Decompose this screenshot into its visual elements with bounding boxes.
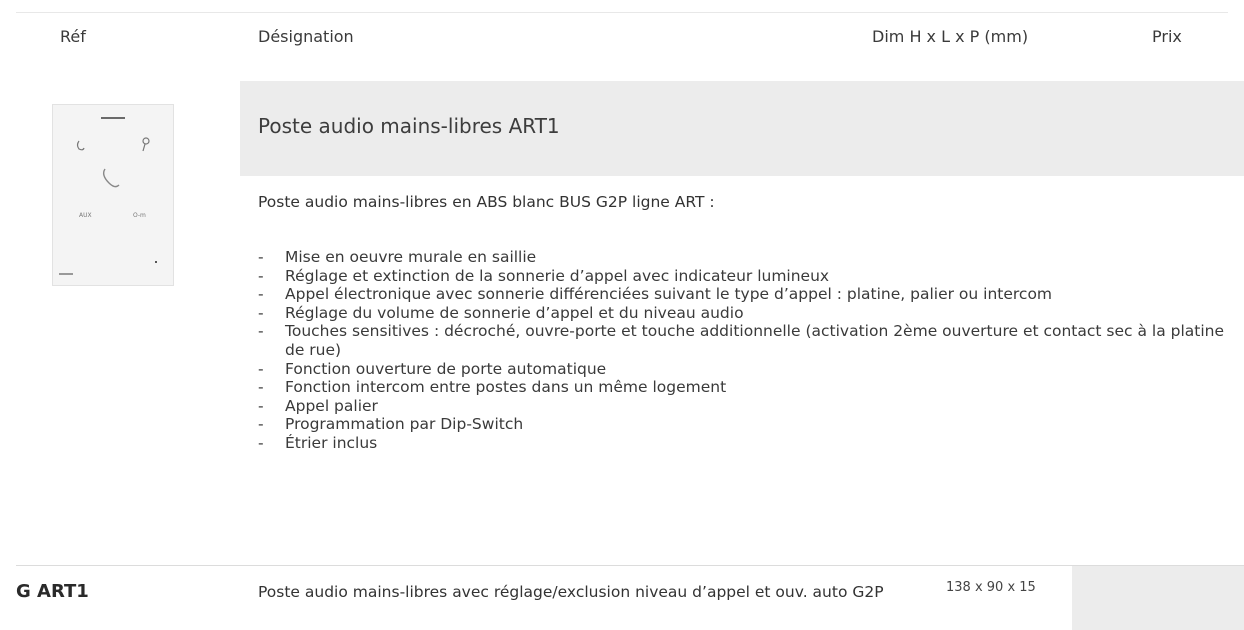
bullet-marker: - — [258, 378, 264, 397]
product-title: Poste audio mains-libres ART1 — [258, 114, 560, 138]
intercom-device-icon: AUX O-m — [53, 105, 173, 285]
product-intro: Poste audio mains-libres en ABS blanc BU… — [258, 193, 715, 211]
bullet-marker: - — [258, 396, 264, 415]
bullet-marker: - — [258, 359, 264, 378]
product-dimensions: 138 x 90 x 15 — [946, 580, 1036, 595]
feature-item: - Fonction ouverture de porte automatique — [242, 360, 1242, 379]
feature-item: - Appel électronique avec sonnerie différ… — [242, 285, 1242, 304]
feature-text: Appel électronique avec sonnerie différe… — [285, 285, 1053, 304]
feature-item: - Étrier inclus — [242, 434, 1242, 453]
feature-item: - Touches sensitives : décroché, ouvre-po… — [242, 322, 1242, 359]
feature-text: Programmation par Dip-Switch — [285, 415, 524, 434]
bullet-marker: - — [258, 415, 264, 434]
header-designation: Désignation — [258, 27, 354, 46]
product-title-bar: Poste audio mains-libres ART1 — [240, 81, 1244, 176]
product-image: AUX O-m — [52, 104, 174, 286]
feature-item: - Programmation par Dip-Switch — [242, 415, 1242, 434]
image-label-aux: AUX — [79, 212, 92, 219]
product-designation: Poste audio mains-libres avec réglage/ex… — [258, 583, 884, 601]
feature-item: - Fonction intercom entre postes dans un … — [242, 378, 1242, 397]
header-ref: Réf — [60, 27, 86, 46]
bullet-marker: - — [258, 285, 264, 304]
feature-text: Étrier inclus — [285, 433, 378, 452]
feature-text: Touches sensitives : décroché, ouvre-por… — [285, 322, 1225, 359]
image-label-door: O-m — [133, 212, 146, 219]
product-ref: G ART1 — [16, 581, 89, 602]
top-divider — [16, 12, 1228, 13]
feature-item: - Réglage du volume de sonnerie d’appel e… — [242, 304, 1242, 323]
bullet-marker: - — [258, 266, 264, 285]
feature-text: Réglage du volume de sonnerie d’appel et… — [285, 303, 744, 322]
bullet-marker: - — [258, 303, 264, 322]
row-divider — [16, 565, 1244, 566]
feature-text: Fonction ouverture de porte automatique — [285, 359, 607, 378]
feature-text: Appel palier — [285, 396, 378, 415]
bullet-marker: - — [258, 322, 264, 341]
bullet-marker: - — [258, 433, 264, 452]
feature-text: Mise en oeuvre murale en saillie — [285, 248, 537, 266]
feature-text: Fonction intercom entre postes dans un m… — [285, 378, 727, 397]
product-price-cell — [1072, 566, 1244, 630]
header-dimensions: Dim H x L x P (mm) — [872, 27, 1029, 46]
feature-item: - Mise en oeuvre murale en saillie — [242, 248, 1242, 267]
feature-item: - Appel palier — [242, 397, 1242, 416]
bullet-marker: - — [258, 248, 264, 266]
feature-text: Réglage et extinction de la sonnerie d’a… — [285, 266, 830, 285]
feature-list: - Mise en oeuvre murale en saillie - Régla… — [242, 248, 1242, 453]
feature-item: - Réglage et extinction de la sonnerie d’… — [242, 267, 1242, 286]
header-price: Prix — [1152, 27, 1182, 46]
